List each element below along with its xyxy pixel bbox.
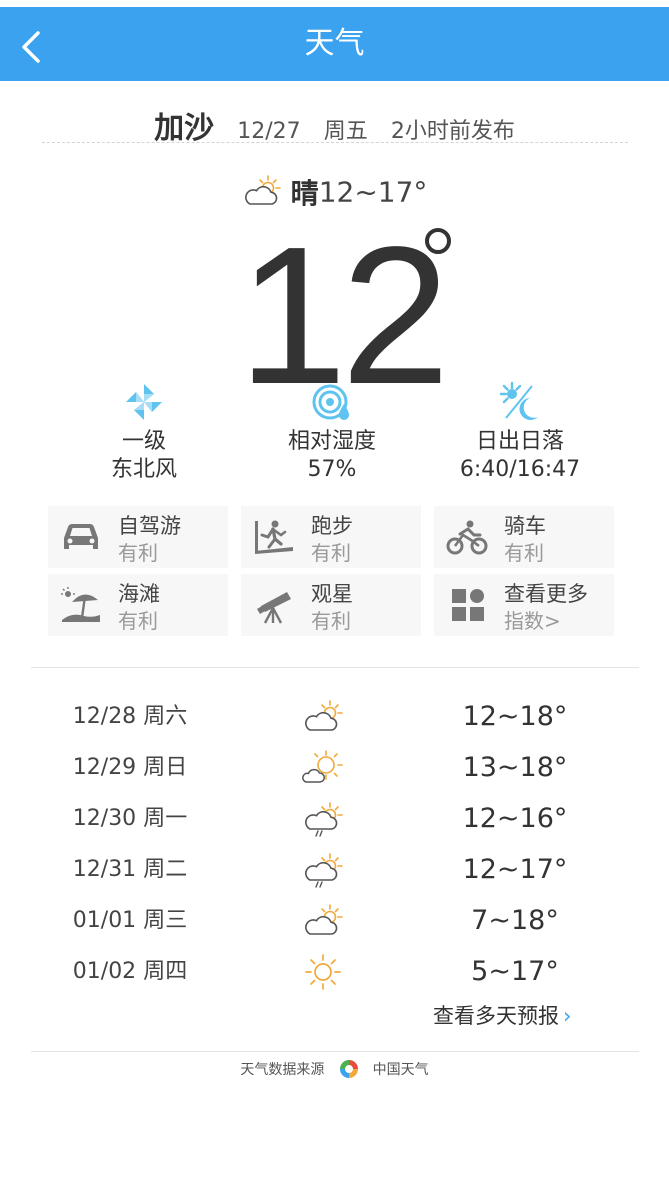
divider [31, 667, 639, 668]
forecast-row: 12/28 周六 12~18° [0, 692, 669, 742]
forecast-row: 12/31 周二 12~17° [0, 845, 669, 895]
cyclist-icon [446, 520, 488, 555]
wind-stat: 一级 东北风 [44, 380, 244, 484]
more-forecast-link[interactable]: 查看多天预报 › [433, 1000, 571, 1032]
sunny-icon [305, 954, 341, 990]
source-name: 中国天气 [372, 1062, 429, 1078]
sunrise-sunset-icon [499, 381, 538, 420]
chevron-right-icon: › [563, 1004, 572, 1028]
index-value: 有利 [118, 541, 158, 565]
index-value: 有利 [311, 609, 351, 633]
index-card-stargazing[interactable]: 观星 有利 [241, 574, 421, 636]
index-value: 有利 [118, 609, 158, 633]
forecast-row: 01/02 周四 5~17° [0, 947, 669, 997]
forecast-range: 12~18° [462, 701, 568, 732]
forecast-date: 12/30 周一 [72, 806, 188, 831]
pinwheel-wind-icon [126, 384, 162, 420]
city-name: 加沙 [154, 111, 215, 146]
index-name: 自驾游 [118, 514, 181, 538]
forecast-range: 12~17° [462, 854, 568, 885]
humidity-gauge-icon [312, 384, 349, 420]
wind-level: 一级 [121, 429, 166, 454]
index-name: 查看更多 [504, 582, 588, 606]
more-forecast-label: 查看多天预报 [433, 1004, 559, 1028]
index-name: 观星 [311, 582, 353, 606]
forecast-date: 12/29 周日 [72, 755, 188, 780]
forecast-date: 12/31 周二 [72, 857, 188, 882]
cloud-rain-sun-icon [305, 802, 343, 837]
cloud-rain-sun-icon [305, 853, 343, 888]
forecast-range: 12~16° [462, 803, 568, 834]
forecast-row: 01/01 周三 7~18° [0, 896, 669, 946]
index-card-running[interactable]: 跑步 有利 [241, 506, 421, 568]
divider [31, 1051, 639, 1052]
index-card-more[interactable]: 查看更多 指数> [434, 574, 614, 636]
sun-label: 日出日落 [475, 429, 564, 454]
forecast-date: 01/02 周四 [72, 959, 188, 984]
degree-symbol-icon [425, 228, 451, 254]
index-name: 骑车 [504, 514, 546, 538]
forecast-row: 12/30 周一 12~16° [0, 794, 669, 844]
index-card-cycling[interactable]: 骑车 有利 [434, 506, 614, 568]
date-text: 12/27 [237, 119, 301, 144]
china-weather-logo-icon [339, 1060, 358, 1078]
forecast-range: 13~18° [462, 752, 568, 783]
wind-direction: 东北风 [110, 457, 177, 482]
car-icon [64, 524, 98, 549]
forecast-range: 7~18° [471, 905, 559, 936]
index-value: 有利 [311, 541, 351, 565]
published-time: 2小时前发布 [390, 119, 515, 144]
data-source-footer: 天气数据来源 中国天气 [0, 1058, 669, 1080]
forecast-date: 12/28 周六 [72, 704, 188, 729]
index-name: 跑步 [311, 514, 353, 538]
treadmill-runner-icon [255, 520, 293, 554]
index-name: 海滩 [118, 582, 160, 606]
partly-cloudy-icon [244, 175, 281, 205]
telescope-icon [257, 592, 291, 624]
index-card-beach[interactable]: 海滩 有利 [48, 574, 228, 636]
sun-times: 6:40/16:47 [459, 457, 581, 482]
partly-cloudy-icon [305, 904, 343, 935]
sun-cloud-icon [302, 750, 343, 783]
partly-cloudy-icon [305, 700, 343, 731]
forecast-row: 12/29 周日 13~18° [0, 743, 669, 793]
forecast-date: 01/01 周三 [72, 908, 188, 933]
divider [42, 142, 628, 143]
forecast-range: 5~17° [471, 956, 559, 987]
source-label: 天气数据来源 [240, 1062, 325, 1078]
status-strip [0, 0, 669, 7]
beach-umbrella-icon [61, 587, 100, 622]
humidity-label: 相对湿度 [287, 429, 376, 454]
humidity-stat: 相对湿度 57% [232, 380, 432, 484]
index-value: 有利 [504, 541, 544, 565]
index-card-driving[interactable]: 自驾游 有利 [48, 506, 228, 568]
page-title: 天气 [304, 26, 365, 61]
index-value: 指数> [504, 609, 561, 633]
today-range: 12~17° [318, 175, 428, 209]
weekday-text: 周五 [323, 119, 368, 144]
humidity-value: 57% [307, 457, 357, 482]
sun-stat: 日出日落 6:40/16:47 [420, 380, 620, 484]
app-header: 天气 [0, 7, 669, 81]
location-row: 加沙 12/27 周五 2小时前发布 [0, 103, 669, 147]
grid-more-icon [452, 589, 484, 621]
